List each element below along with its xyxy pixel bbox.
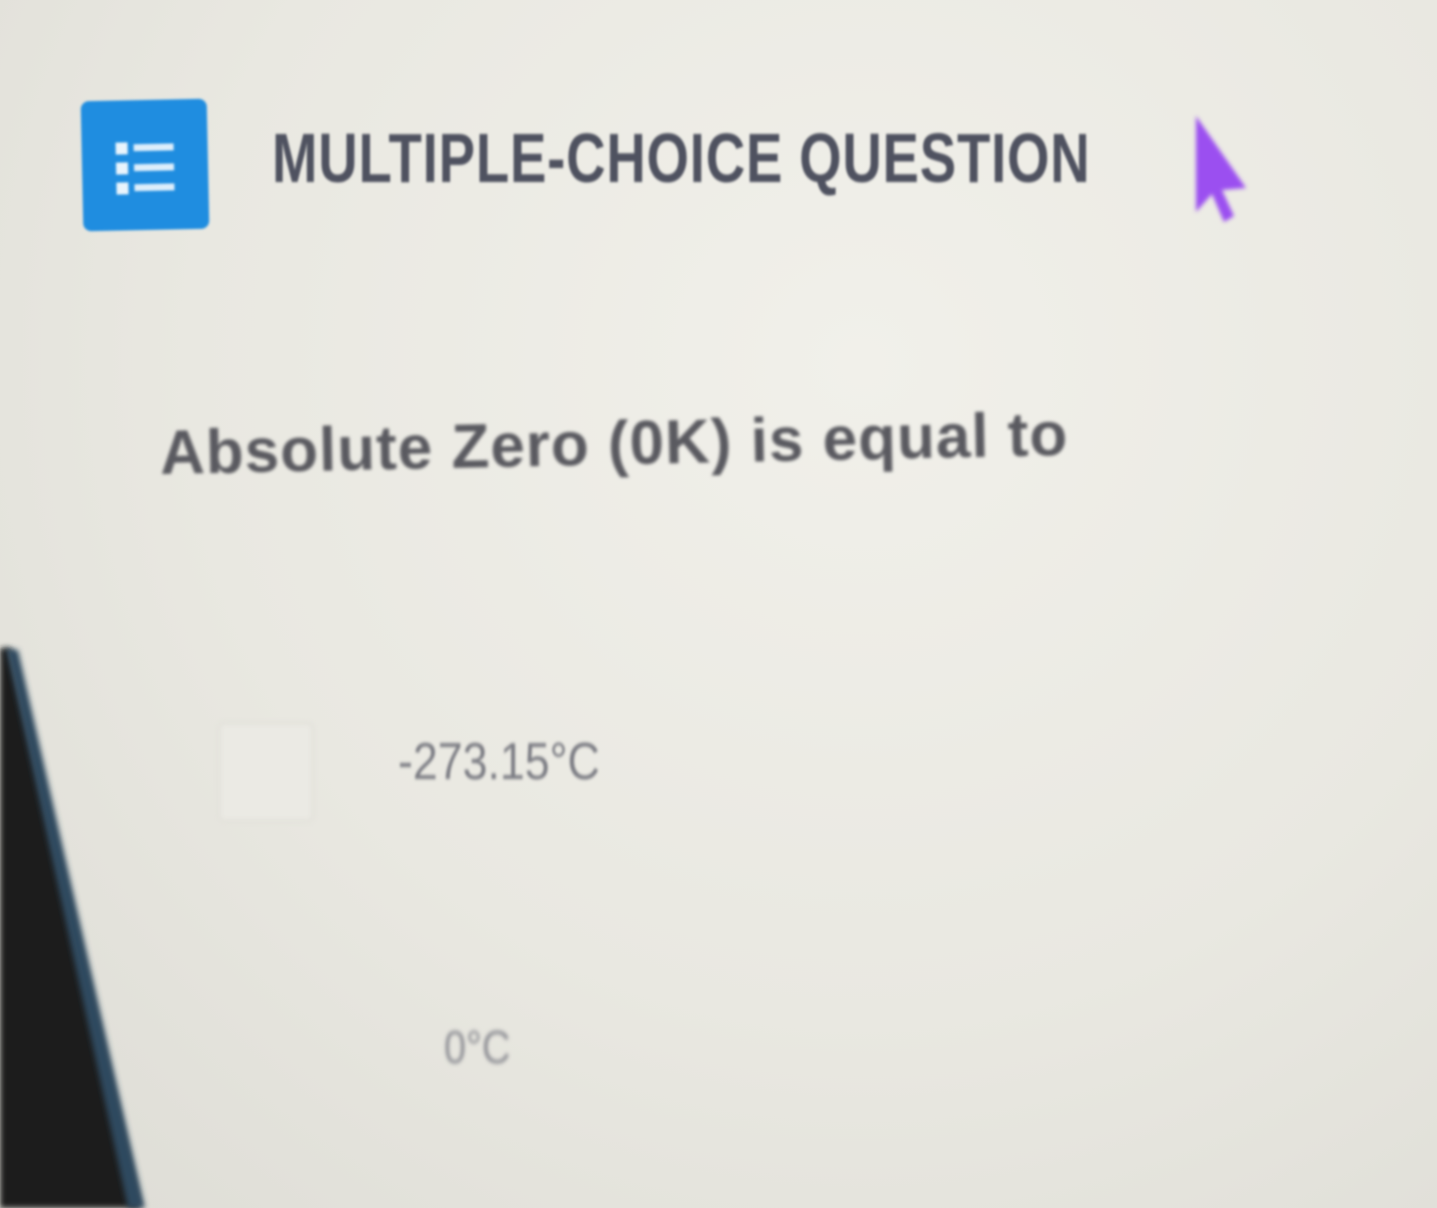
question-text: Absolute Zero (0K) is equal to: [159, 399, 1069, 488]
answer-option-label: -273.15°C: [398, 733, 600, 791]
mouse-cursor-icon: [1188, 116, 1252, 231]
question-type-title: MULTIPLE-CHOICE QUESTION: [272, 119, 1091, 197]
list-checklist-icon: [80, 98, 210, 232]
question-header: MULTIPLE-CHOICE QUESTION: [80, 98, 1182, 240]
answer-option-label: 0°C: [444, 1021, 511, 1073]
answer-checkbox[interactable]: [218, 722, 314, 822]
